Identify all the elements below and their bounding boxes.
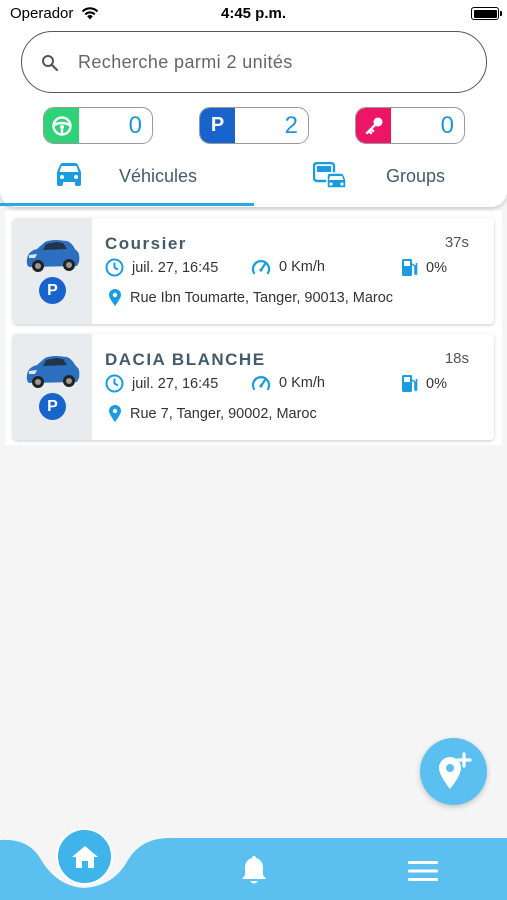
vehicle-name: DACIA BLANCHE bbox=[105, 350, 266, 369]
tab-vehicles[interactable]: Véhicules bbox=[0, 155, 254, 207]
speedometer-icon bbox=[251, 376, 271, 391]
vehicle-date: juil. 27, 16:45 bbox=[132, 375, 219, 392]
top-panel: Operador 4:45 p.m. 0 P 2 bbox=[0, 0, 507, 207]
vehicle-card[interactable]: P Coursier 37s juil. 27, 16:45 0 Km/h 0%… bbox=[13, 218, 494, 324]
notifications-button[interactable] bbox=[240, 854, 268, 891]
vehicle-fuel-row: 0% bbox=[401, 258, 447, 277]
add-location-icon bbox=[438, 751, 472, 789]
counter-moving-value: 0 bbox=[128, 112, 142, 139]
vehicle-fuel: 0% bbox=[426, 375, 447, 392]
vehicle-update-age: 18s bbox=[444, 350, 469, 367]
tab-active-indicator bbox=[0, 203, 254, 206]
vehicle-fuel: 0% bbox=[426, 259, 447, 276]
tab-vehicles-label: Véhicules bbox=[119, 166, 198, 186]
vehicle-thumbnail: P bbox=[13, 218, 92, 324]
vehicle-address: Rue 7, Tanger, 90002, Maroc bbox=[130, 405, 317, 422]
parking-icon: P bbox=[200, 108, 235, 143]
vehicle-address-row: Rue Ibn Toumarte, Tanger, 90013, Maroc bbox=[108, 288, 393, 307]
vehicle-address: Rue Ibn Toumarte, Tanger, 90013, Maroc bbox=[130, 289, 394, 306]
counter-moving[interactable]: 0 bbox=[43, 107, 153, 144]
vehicle-date-row: juil. 27, 16:45 bbox=[105, 258, 218, 277]
car-icon bbox=[57, 163, 81, 186]
vehicle-speed: 0 Km/h bbox=[279, 375, 325, 391]
vehicle-date-row: juil. 27, 16:45 bbox=[105, 374, 218, 393]
search-icon bbox=[42, 55, 59, 72]
location-pin-icon bbox=[109, 289, 121, 306]
vehicle-address-row: Rue 7, Tanger, 90002, Maroc bbox=[108, 404, 317, 423]
clock-icon bbox=[105, 258, 124, 277]
vehicle-date: juil. 27, 16:45 bbox=[132, 259, 219, 276]
parked-status-badge: P bbox=[39, 393, 66, 420]
vehicle-list: P Coursier 37s juil. 27, 16:45 0 Km/h 0%… bbox=[5, 210, 502, 445]
hamburger-menu-icon bbox=[408, 861, 438, 881]
vehicle-speed-row: 0 Km/h bbox=[251, 258, 325, 276]
key-icon bbox=[356, 108, 391, 143]
fuel-icon bbox=[402, 259, 418, 276]
parked-status-badge: P bbox=[39, 277, 66, 304]
add-location-button[interactable] bbox=[420, 738, 487, 805]
vehicle-speed: 0 Km/h bbox=[279, 259, 325, 275]
speedometer-icon bbox=[251, 260, 271, 275]
counter-off-value: 0 bbox=[440, 112, 454, 139]
vehicle-card[interactable]: P DACIA BLANCHE 18s juil. 27, 16:45 0 Km… bbox=[13, 334, 494, 440]
clock-icon bbox=[105, 374, 124, 393]
steering-wheel-icon bbox=[44, 108, 79, 143]
counter-parked[interactable]: P 2 bbox=[199, 107, 309, 144]
counter-parked-value: 2 bbox=[284, 112, 298, 139]
status-bar: Operador 4:45 p.m. bbox=[0, 0, 507, 28]
battery-icon bbox=[471, 7, 502, 20]
bottom-nav bbox=[0, 818, 507, 900]
tab-groups-label: Groups bbox=[386, 166, 446, 186]
home-icon bbox=[71, 845, 98, 868]
fuel-icon bbox=[402, 375, 418, 392]
home-button[interactable] bbox=[56, 828, 113, 885]
location-pin-icon bbox=[109, 405, 121, 422]
menu-button[interactable] bbox=[408, 860, 438, 887]
vehicle-fuel-row: 0% bbox=[401, 374, 447, 393]
vehicle-thumbnail: P bbox=[13, 334, 92, 440]
search-bar[interactable] bbox=[21, 31, 487, 93]
car-image bbox=[26, 356, 80, 388]
bell-icon bbox=[242, 856, 266, 884]
search-input[interactable] bbox=[78, 46, 458, 78]
status-time: 4:45 p.m. bbox=[220, 5, 287, 22]
vehicle-group-icon bbox=[313, 162, 347, 189]
vehicle-update-age: 37s bbox=[444, 234, 469, 251]
vehicle-name: Coursier bbox=[105, 234, 187, 253]
tab-groups[interactable]: Groups bbox=[254, 155, 507, 207]
vehicle-speed-row: 0 Km/h bbox=[251, 374, 325, 392]
car-image bbox=[26, 240, 80, 272]
counter-off[interactable]: 0 bbox=[355, 107, 465, 144]
